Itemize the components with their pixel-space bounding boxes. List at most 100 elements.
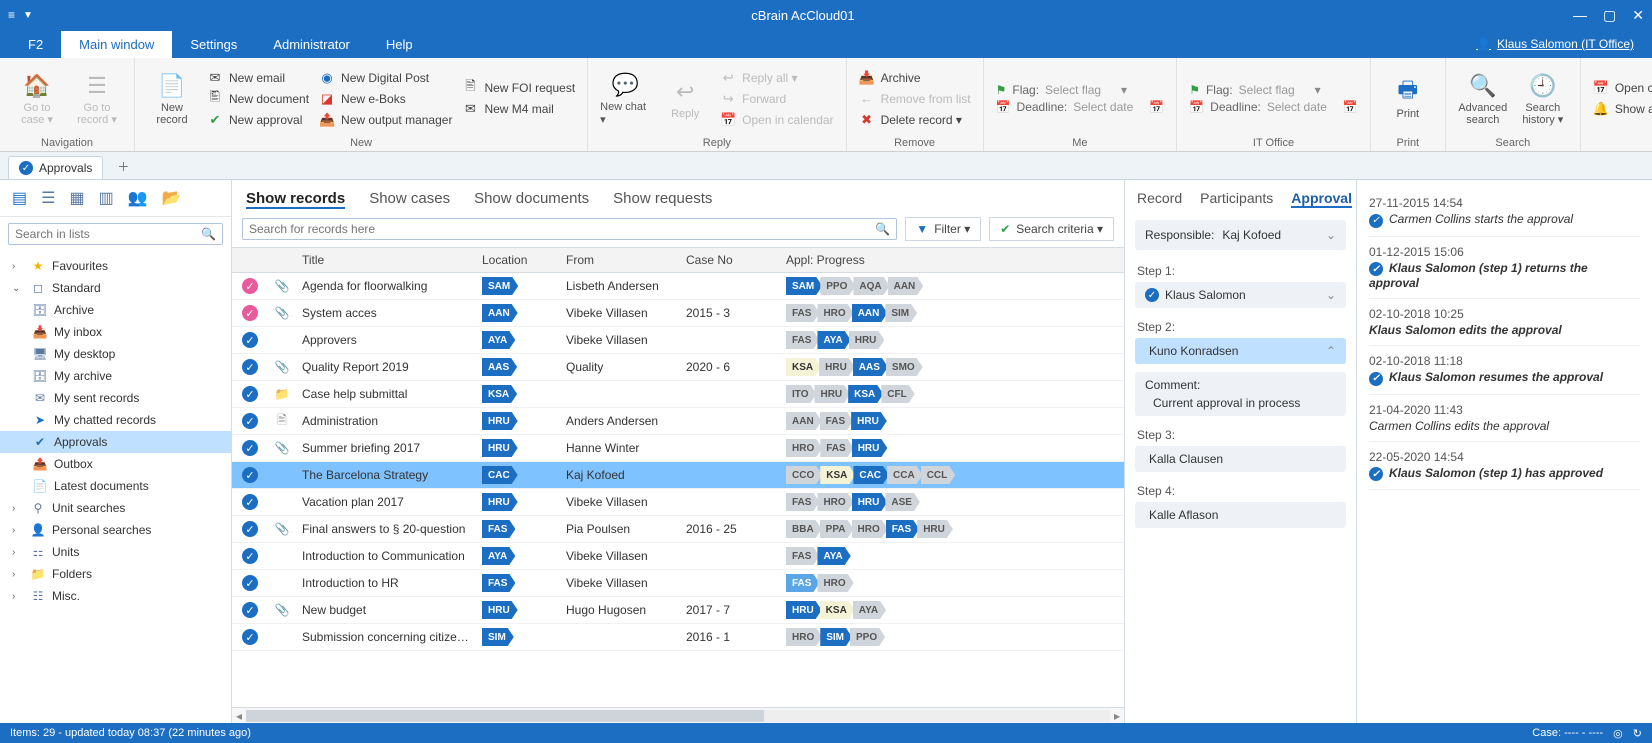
advanced-search-button[interactable]: 🔍Advanced search: [1458, 62, 1508, 135]
search-icon[interactable]: 🔍: [875, 222, 890, 236]
new-eboks-button[interactable]: ◪New e-Boks: [319, 90, 452, 108]
col-progress[interactable]: Appl: Progress: [780, 248, 1124, 272]
tab-approval[interactable]: Approval: [1291, 190, 1352, 208]
maximize-button[interactable]: ▢: [1603, 7, 1616, 24]
tab-main-window[interactable]: Main window: [61, 31, 172, 58]
tree-sent[interactable]: ✉My sent records: [0, 387, 231, 409]
reply-button[interactable]: ↩Reply: [660, 62, 710, 135]
col-case[interactable]: Case No: [680, 248, 780, 272]
tree-desktop[interactable]: 🖥My desktop: [0, 343, 231, 365]
view-team-icon[interactable]: 👥: [128, 188, 148, 208]
new-document-button[interactable]: 🖺New document: [207, 90, 309, 108]
new-foi-button[interactable]: 🖹New FOI request: [462, 79, 575, 97]
search-criteria-button[interactable]: ✔Search criteria ▾: [989, 217, 1114, 241]
tree-outbox[interactable]: 📤Outbox: [0, 453, 231, 475]
tree-standard[interactable]: ⌄◻Standard: [0, 277, 231, 299]
tree-unit-searches[interactable]: ›⚲Unit searches: [0, 497, 231, 519]
view-documents[interactable]: Show documents: [474, 190, 589, 209]
table-row[interactable]: ✓ApproversAYAVibeke VillasenFASAYAHRU: [232, 327, 1124, 354]
table-row[interactable]: ✓Submission concerning citizen...SIM2016…: [232, 624, 1124, 651]
view-grid-icon[interactable]: ▦: [69, 188, 84, 208]
archive-button[interactable]: 📥Archive: [859, 69, 971, 87]
tab-help[interactable]: Help: [368, 31, 431, 58]
tab-administrator[interactable]: Administrator: [255, 31, 368, 58]
new-m4-button[interactable]: ✉New M4 mail: [462, 100, 575, 118]
table-row[interactable]: ✓🖹AdministrationHRUAnders AndersenAANFAS…: [232, 408, 1124, 435]
go-to-record-button[interactable]: ☰Go to record ▾: [72, 62, 122, 135]
select-date-it[interactable]: Select date: [1267, 100, 1337, 114]
close-button[interactable]: ✕: [1632, 7, 1644, 24]
table-row[interactable]: ✓📎Summer briefing 2017HRUHanne WinterHRO…: [232, 435, 1124, 462]
go-to-case-button[interactable]: 🏠Go to case ▾: [12, 62, 62, 135]
new-output-manager-button[interactable]: 📤New output manager: [319, 111, 452, 129]
tree-approvals[interactable]: ✔Approvals: [0, 431, 231, 453]
sidebar-search-input[interactable]: [15, 227, 201, 241]
chevron-down-icon[interactable]: ⌄: [1326, 288, 1336, 302]
calendar-picker-icon[interactable]: 📅: [1343, 100, 1358, 114]
table-row[interactable]: ✓📎Final answers to § 20-questionFASPia P…: [232, 516, 1124, 543]
table-row[interactable]: ✓📁Case help submittalKSAITOHRUKSACFL: [232, 381, 1124, 408]
filter-button[interactable]: ▼Filter ▾: [905, 217, 981, 241]
tree-folders[interactable]: ›📁Folders: [0, 563, 231, 585]
chevron-up-icon[interactable]: ⌃: [1326, 344, 1336, 358]
search-icon[interactable]: 🔍: [201, 227, 216, 241]
table-row[interactable]: ✓Introduction to HRFASVibeke VillasenFAS…: [232, 570, 1124, 597]
open-calendar-button2[interactable]: 📅Open calendar: [1593, 79, 1652, 97]
select-date-me[interactable]: Select date: [1073, 100, 1143, 114]
calendar-picker-icon[interactable]: 📅: [1149, 100, 1164, 114]
select-flag-it[interactable]: Select flag: [1239, 83, 1309, 97]
view-card-icon[interactable]: ▥: [99, 188, 114, 208]
show-reminders-button[interactable]: 🔔Show all personal reminders: [1593, 100, 1652, 118]
step1-body[interactable]: ✓Klaus Salomon⌄: [1135, 282, 1346, 308]
chevron-down-icon[interactable]: ▾: [1121, 83, 1127, 97]
responsible-block[interactable]: Responsible: Kaj Kofoed ⌄: [1135, 220, 1346, 250]
main-search-input[interactable]: [249, 222, 875, 236]
view-records[interactable]: Show records: [246, 190, 345, 209]
view-people-icon[interactable]: ☰: [41, 188, 55, 208]
view-list-icon[interactable]: ▤: [12, 188, 27, 208]
main-search[interactable]: 🔍: [242, 218, 897, 240]
view-folder-icon[interactable]: 📂: [162, 188, 182, 208]
chevron-down-icon[interactable]: ⌄: [1326, 228, 1336, 242]
target-icon[interactable]: ◎: [1613, 727, 1623, 740]
tree-archive[interactable]: 🗄Archive: [0, 299, 231, 321]
tree-misc[interactable]: ›☷Misc.: [0, 585, 231, 607]
table-row[interactable]: ✓📎New budgetHRUHugo Hugosen2017 - 7HRUKS…: [232, 597, 1124, 624]
step3-body[interactable]: Kalla Clausen: [1135, 446, 1346, 472]
view-requests[interactable]: Show requests: [613, 190, 712, 209]
tab-participants[interactable]: Participants: [1200, 190, 1273, 208]
col-location[interactable]: Location: [476, 248, 560, 272]
app-menu-icon[interactable]: ≡: [8, 8, 15, 22]
table-row[interactable]: ✓📎Agenda for floorwalkingSAMLisbeth Ande…: [232, 273, 1124, 300]
col-title[interactable]: Title: [296, 248, 476, 272]
tree-myarchive[interactable]: 🗄My archive: [0, 365, 231, 387]
remove-from-list-button[interactable]: ←Remove from list: [859, 90, 971, 108]
table-row[interactable]: ✓Introduction to CommunicationAYAVibeke …: [232, 543, 1124, 570]
tab-f2[interactable]: F2: [10, 31, 61, 58]
tree-personal-searches[interactable]: ›👤Personal searches: [0, 519, 231, 541]
doc-tab-approvals[interactable]: ✓ Approvals: [8, 156, 103, 179]
view-cases[interactable]: Show cases: [369, 190, 450, 209]
chevron-down-icon[interactable]: ▾: [1315, 83, 1321, 97]
dropdown-icon[interactable]: ▼: [23, 10, 33, 21]
open-calendar-button[interactable]: 📅Open in calendar: [720, 111, 833, 129]
tab-record[interactable]: Record: [1137, 190, 1182, 208]
step4-body[interactable]: Kalle Aflason: [1135, 502, 1346, 528]
print-button[interactable]: 🖶Print: [1383, 62, 1433, 135]
tree-chatted[interactable]: ➤My chatted records: [0, 409, 231, 431]
new-chat-button[interactable]: 💬New chat ▾: [600, 62, 650, 135]
sidebar-search[interactable]: 🔍: [8, 223, 223, 245]
tree-favourites[interactable]: ›★Favourites: [0, 255, 231, 277]
table-row[interactable]: ✓The Barcelona StrategyCACKaj KofoedCCOK…: [232, 462, 1124, 489]
tree-inbox[interactable]: 📥My inbox: [0, 321, 231, 343]
new-digital-post-button[interactable]: ◉New Digital Post: [319, 69, 452, 87]
add-tab-button[interactable]: ＋: [107, 154, 139, 179]
reply-all-button[interactable]: ↩Reply all ▾: [720, 69, 833, 87]
col-from[interactable]: From: [560, 248, 680, 272]
refresh-icon[interactable]: ↻: [1633, 727, 1642, 740]
tree-units[interactable]: ›⚏Units: [0, 541, 231, 563]
search-history-button[interactable]: 🕘Search history ▾: [1518, 62, 1568, 135]
table-row[interactable]: ✓📎System accesAANVibeke Villasen2015 - 3…: [232, 300, 1124, 327]
minimize-button[interactable]: —: [1573, 7, 1587, 24]
select-flag-me[interactable]: Select flag: [1045, 83, 1115, 97]
